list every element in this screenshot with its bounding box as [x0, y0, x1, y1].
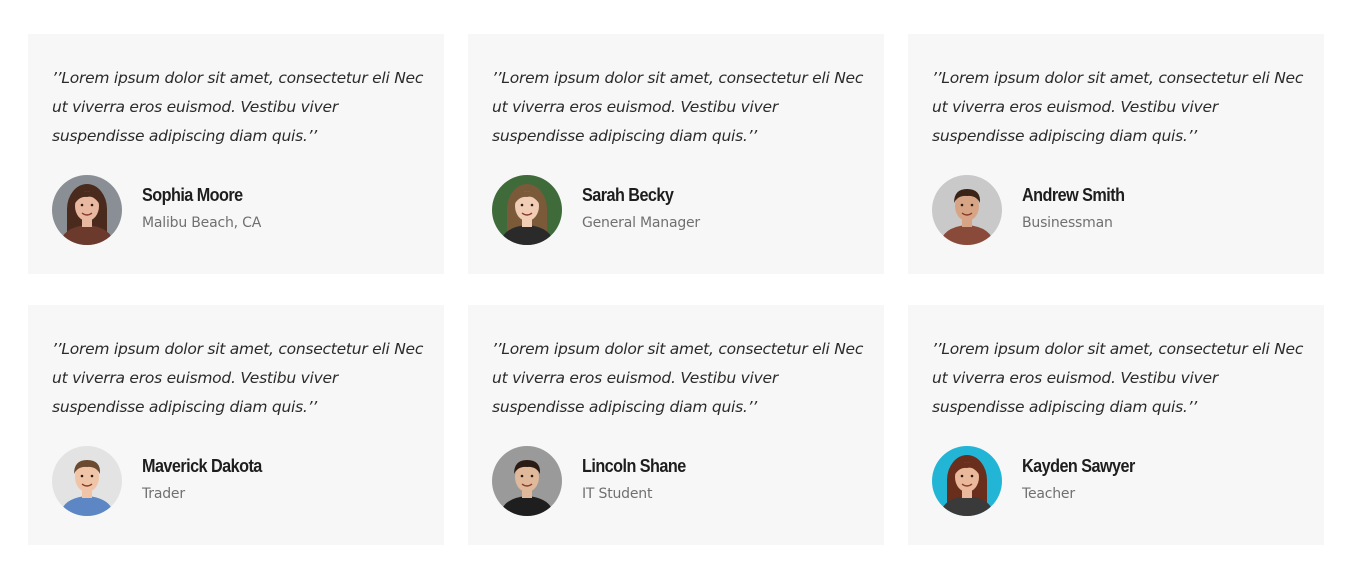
- author-meta: Andrew Smith Businessman: [1022, 184, 1136, 232]
- testimonial-author: Andrew Smith Businessman: [932, 175, 1136, 245]
- author-name: Sophia Moore: [142, 185, 243, 205]
- author-meta: Kayden Sawyer Teacher: [1022, 455, 1147, 503]
- testimonial-card: ’’Lorem ipsum dolor sit amet, consectetu…: [468, 305, 884, 545]
- testimonial-card: ’’Lorem ipsum dolor sit amet, consectetu…: [908, 305, 1324, 545]
- man-portrait-icon: [492, 446, 562, 516]
- woman-portrait-icon: [932, 446, 1002, 516]
- testimonial-grid: ’’Lorem ipsum dolor sit amet, consectetu…: [28, 34, 1324, 545]
- man-portrait-icon: [52, 446, 122, 516]
- author-role: IT Student: [582, 486, 653, 502]
- testimonial-author: Lincoln Shane IT Student: [492, 446, 697, 516]
- author-name: Andrew Smith: [1022, 185, 1125, 205]
- man-portrait-icon: [932, 175, 1002, 245]
- testimonial-quote: ’’Lorem ipsum dolor sit amet, consectetu…: [492, 340, 864, 416]
- testimonial-author: Sarah Becky General Manager: [492, 175, 700, 245]
- testimonial-quote: ’’Lorem ipsum dolor sit amet, consectetu…: [932, 69, 1304, 145]
- author-role: General Manager: [582, 215, 700, 231]
- testimonial-card: ’’Lorem ipsum dolor sit amet, consectetu…: [908, 34, 1324, 274]
- testimonial-card: ’’Lorem ipsum dolor sit amet, consectetu…: [468, 34, 884, 274]
- author-meta: Maverick Dakota Trader: [142, 455, 275, 503]
- author-role: Businessman: [1022, 215, 1113, 231]
- woman-portrait-icon: [52, 175, 122, 245]
- testimonial-quote: ’’Lorem ipsum dolor sit amet, consectetu…: [492, 69, 864, 145]
- author-name: Maverick Dakota: [142, 456, 262, 476]
- testimonial-card: ’’Lorem ipsum dolor sit amet, consectetu…: [28, 34, 444, 274]
- author-meta: Sophia Moore Malibu Beach, CA: [142, 184, 261, 232]
- author-role: Teacher: [1022, 486, 1075, 502]
- testimonial-author: Sophia Moore Malibu Beach, CA: [52, 175, 261, 245]
- author-meta: Lincoln Shane IT Student: [582, 455, 697, 503]
- author-role: Trader: [142, 486, 185, 502]
- testimonial-quote: ’’Lorem ipsum dolor sit amet, consectetu…: [52, 340, 424, 416]
- testimonial-quote: ’’Lorem ipsum dolor sit amet, consectetu…: [932, 340, 1304, 416]
- author-meta: Sarah Becky General Manager: [582, 184, 700, 232]
- testimonial-author: Kayden Sawyer Teacher: [932, 446, 1147, 516]
- testimonial-quote: ’’Lorem ipsum dolor sit amet, consectetu…: [52, 69, 424, 145]
- author-name: Kayden Sawyer: [1022, 456, 1135, 476]
- author-name: Lincoln Shane: [582, 456, 686, 476]
- testimonial-card: ’’Lorem ipsum dolor sit amet, consectetu…: [28, 305, 444, 545]
- testimonial-author: Maverick Dakota Trader: [52, 446, 275, 516]
- author-name: Sarah Becky: [582, 185, 674, 205]
- author-role: Malibu Beach, CA: [142, 215, 262, 231]
- woman-portrait-icon: [492, 175, 562, 245]
